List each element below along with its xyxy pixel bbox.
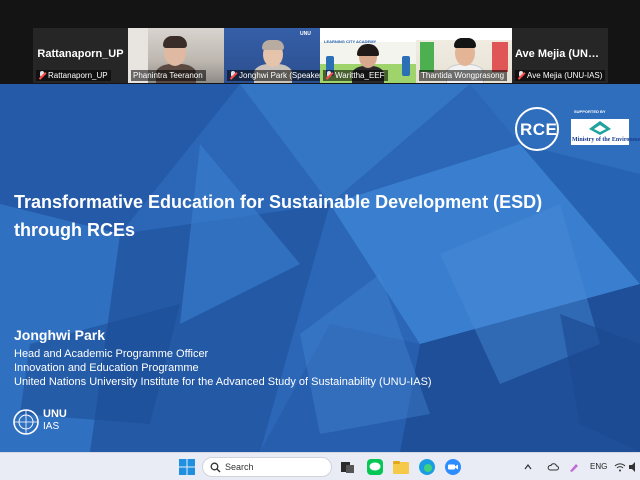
volume-icon[interactable] xyxy=(628,461,640,473)
zoom-gallery-strip: Rattanaporn_UP Rattanaporn_UP Phanintra … xyxy=(0,0,640,84)
rce-logo-text: RCE xyxy=(520,120,558,139)
windows-taskbar: Search ENG xyxy=(0,452,640,480)
muted-mic-icon xyxy=(325,71,333,80)
participant-caption: Ave Mejia (UNU-IAS) xyxy=(515,70,606,81)
file-explorer-icon[interactable] xyxy=(392,458,410,476)
pen-tool-icon[interactable] xyxy=(568,461,580,473)
backdrop-banner-text: LEARNING CITY ACADEMY xyxy=(324,39,377,44)
muted-mic-icon xyxy=(38,71,46,80)
moe-emblem-icon xyxy=(589,121,611,135)
onedrive-cloud-icon[interactable] xyxy=(547,461,559,473)
wifi-icon[interactable] xyxy=(614,461,626,473)
ias-logo-text: IAS xyxy=(43,421,60,432)
unu-logo-text: UNU xyxy=(43,408,67,420)
participant-display-name: Rattanaporn_UP xyxy=(37,48,124,60)
taskbar-search-box[interactable]: Search xyxy=(202,457,332,477)
participant-caption: Jonghwi Park (Speaker) xyxy=(227,70,320,81)
muted-mic-icon xyxy=(229,71,237,80)
participant-tile-rattanaporn[interactable]: Rattanaporn_UP Rattanaporn_UP xyxy=(33,28,128,83)
participant-caption: Rattanaporn_UP xyxy=(36,70,111,81)
participant-tile-warittha[interactable]: LEARNING CITY ACADEMY Warittha_EEF xyxy=(320,28,416,83)
task-view-icon[interactable] xyxy=(338,458,356,476)
un-emblem-icon xyxy=(13,409,39,435)
language-indicator[interactable]: ENG xyxy=(590,462,607,471)
windows-start-icon[interactable] xyxy=(178,458,196,476)
shared-presentation-slide: RCE SUPPORTED BY Ministry of the Environ… xyxy=(0,84,640,452)
participant-tile-ave[interactable]: Ave Mejia (UNU-... Ave Mejia (UNU-IAS) xyxy=(512,28,608,83)
participant-caption: Warittha_EEF xyxy=(323,70,388,81)
slide-title: Transformative Education for Sustainable… xyxy=(14,192,543,240)
line-app-icon[interactable] xyxy=(366,458,384,476)
zoom-app-icon[interactable] xyxy=(444,458,462,476)
presenter-name: Jonghwi Park xyxy=(14,327,106,343)
moe-label: Ministry of the Environment xyxy=(572,137,640,143)
participant-tile-phanintra[interactable]: Phanintra Teeranon xyxy=(128,28,224,83)
participant-tile-jonghwi[interactable]: UNU Jonghwi Park (Speaker) xyxy=(224,28,320,83)
presenter-role: Head and Academic Programme Officer xyxy=(14,348,209,360)
search-label: Search xyxy=(225,462,254,472)
edge-browser-icon[interactable] xyxy=(418,458,436,476)
presenter-programme: Innovation and Education Programme xyxy=(14,362,199,374)
participant-display-name: Ave Mejia (UNU-... xyxy=(515,48,608,60)
participant-caption: Phanintra Teeranon xyxy=(131,70,206,81)
search-icon xyxy=(210,462,221,473)
supported-by-label: SUPPORTED BY xyxy=(574,109,606,114)
participant-caption: Thantida Wongprasong xyxy=(419,70,508,81)
chevron-up-icon[interactable] xyxy=(524,463,532,471)
presenter-institute: United Nations University Institute for … xyxy=(14,376,432,388)
participant-tile-thantida[interactable]: Thantida Wongprasong xyxy=(416,28,512,83)
muted-mic-icon xyxy=(517,71,525,80)
